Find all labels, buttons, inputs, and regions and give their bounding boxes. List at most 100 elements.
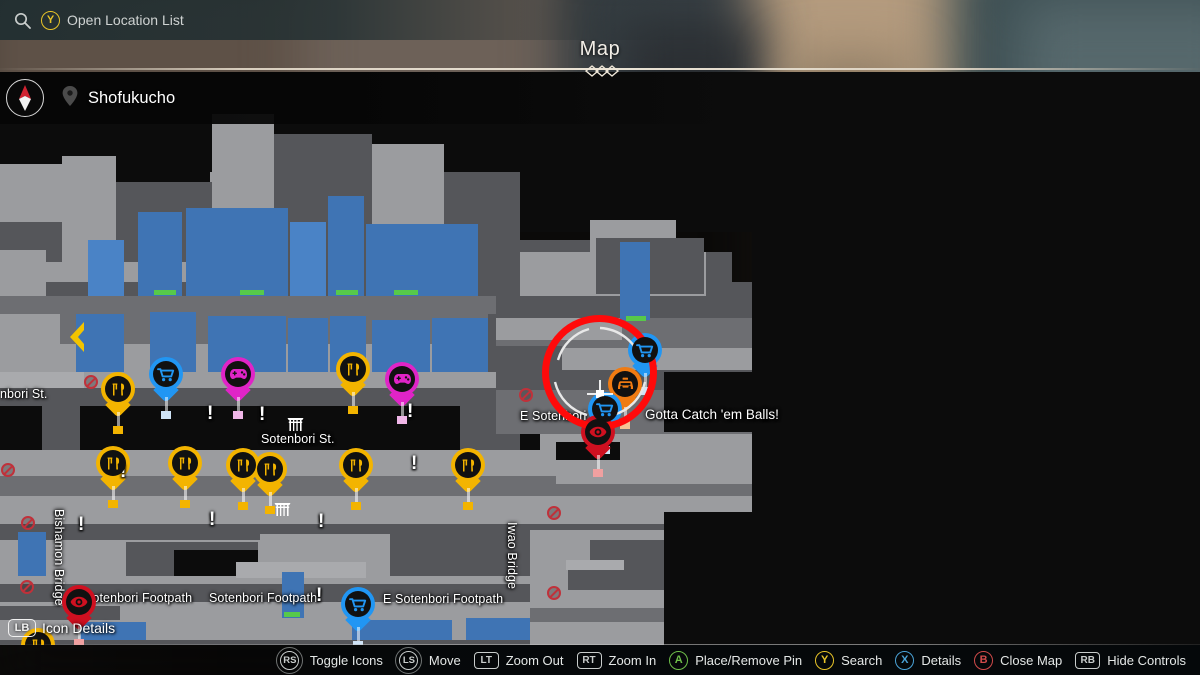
map-pin-restaurant[interactable]: ! [96, 446, 130, 508]
top-bar: Y Open Location List [0, 0, 1200, 40]
exclamation-marker-icon: ! [411, 453, 418, 474]
pin-base [593, 469, 603, 477]
taxi-icon [612, 371, 638, 397]
control-hint-label: Zoom In [608, 652, 657, 668]
street-label: Sotenbori Footpath [84, 591, 193, 605]
map-pin-shop-cart[interactable] [149, 357, 183, 419]
pin-base [463, 502, 473, 510]
no-entry-icon [547, 586, 561, 600]
bottom-divider [0, 644, 1200, 645]
pin-base [265, 506, 275, 514]
pin-base [161, 411, 171, 419]
no-entry-icon [20, 580, 34, 594]
button-glyph-b: B [974, 650, 994, 670]
control-hint-toggle-icons[interactable]: RS Toggle Icons [277, 647, 383, 673]
control-hint-label: Place/Remove Pin [695, 652, 803, 668]
eye-icon [585, 419, 611, 445]
shop-cart-icon [632, 337, 658, 363]
control-hint-label: Zoom Out [505, 652, 564, 668]
control-hint-details[interactable]: X Details [895, 650, 962, 670]
restaurant-icon [343, 452, 369, 478]
control-hint-zoom-in[interactable]: RT Zoom In [576, 651, 657, 669]
no-entry-icon [519, 388, 533, 402]
control-hint-label: Details [921, 652, 962, 668]
exclamation-marker-icon: ! [207, 403, 214, 424]
shrine-torii-icon [273, 500, 292, 522]
restaurant-icon [455, 452, 481, 478]
map-canvas[interactable]: nbori St. Sotenbori St. E Sotenbori St Bish… [0, 72, 1200, 645]
shrine-torii-icon [286, 415, 305, 437]
button-glyph-inner: LS [399, 650, 419, 670]
exclamation-marker-icon: ! [316, 585, 323, 606]
control-hint-label: Move [428, 652, 461, 668]
pin-base [397, 416, 407, 424]
icon-details-label: Icon Details [42, 620, 116, 636]
shop-cart-icon [153, 361, 179, 387]
map-pin-restaurant[interactable] [451, 448, 485, 510]
map-pin-restaurant[interactable] [253, 452, 287, 514]
button-glyph-y: Y [815, 650, 835, 670]
button-glyph-lt: LT [473, 651, 499, 669]
button-glyph-rb: RB [1075, 651, 1101, 669]
no-entry-icon [21, 516, 35, 530]
map-pin-shop-cart[interactable] [341, 587, 375, 645]
control-hint-label: Toggle Icons [309, 652, 383, 668]
button-glyph-y: Y [41, 10, 60, 30]
map-pin-restaurant[interactable] [339, 448, 373, 510]
icon-details-hint[interactable]: LB Icon Details [8, 619, 115, 637]
gamepad-icon [389, 366, 415, 392]
exclamation-marker-icon: ! [78, 514, 85, 535]
restaurant-icon [100, 450, 126, 476]
street-label: E Sotenbori Footpath [383, 592, 504, 606]
control-hint-zoom-out[interactable]: LT Zoom Out [473, 651, 564, 669]
exclamation-marker-icon: ! [259, 404, 266, 425]
exclamation-marker-icon: ! [209, 509, 216, 530]
search-icon[interactable] [14, 12, 31, 29]
pin-base [233, 411, 243, 419]
street-label: Sotenbori Footpath [209, 591, 318, 605]
button-glyph-inner: RS [280, 650, 300, 670]
button-glyph-a: A [669, 650, 689, 670]
control-hints-bar: RS Toggle Icons LS Move LT Zoom Out RT Zoom In A… [0, 645, 1200, 675]
map-pin-restaurant[interactable] [168, 446, 202, 508]
restaurant-icon [172, 450, 198, 476]
no-entry-icon [84, 375, 98, 389]
open-location-list-label: Open Location List [67, 12, 184, 28]
pin-base [238, 502, 248, 510]
control-hint-hide-controls[interactable]: RB Hide Controls [1075, 651, 1186, 669]
map-pin-restaurant[interactable] [101, 372, 135, 434]
control-hint-close-map[interactable]: B Close Map [974, 650, 1063, 670]
exclamation-marker-icon: ! [318, 511, 325, 532]
open-location-list-hint[interactable]: Y Open Location List [41, 10, 184, 30]
pin-base [348, 406, 358, 414]
pin-base [351, 502, 361, 510]
left-chevron-icon [64, 320, 88, 359]
restaurant-icon [340, 356, 366, 382]
control-hint-search[interactable]: Y Search [815, 650, 883, 670]
street-label: Iwao Bridge [505, 522, 519, 590]
button-glyph-lb: LB [8, 619, 36, 637]
street-label: nbori St. [0, 387, 48, 401]
restaurant-icon [257, 456, 283, 482]
control-hint-place-remove-pin[interactable]: A Place/Remove Pin [669, 650, 803, 670]
control-hint-label: Hide Controls [1107, 652, 1186, 668]
control-hint-label: Close Map [1000, 652, 1063, 668]
button-glyph-rs: RS [277, 647, 303, 673]
map-pin-gamepad[interactable] [385, 362, 419, 424]
restaurant-icon [230, 452, 256, 478]
button-glyph-rt: RT [576, 651, 602, 669]
gamepad-icon [225, 361, 251, 387]
no-entry-icon [547, 506, 561, 520]
map-pin-restaurant[interactable] [336, 352, 370, 414]
map-pin-gamepad[interactable] [221, 357, 255, 419]
control-hint-move[interactable]: LS Move [396, 647, 461, 673]
control-hint-label: Search [841, 652, 883, 668]
shop-cart-icon [345, 591, 371, 617]
quest-callout-label: Gotta Catch 'em Balls! [645, 407, 779, 422]
pin-base [113, 426, 123, 434]
button-glyph-ls: LS [396, 647, 422, 673]
button-glyph-x: X [895, 650, 915, 670]
no-entry-icon [1, 463, 15, 477]
pin-base [108, 500, 118, 508]
eye-icon [66, 589, 92, 615]
